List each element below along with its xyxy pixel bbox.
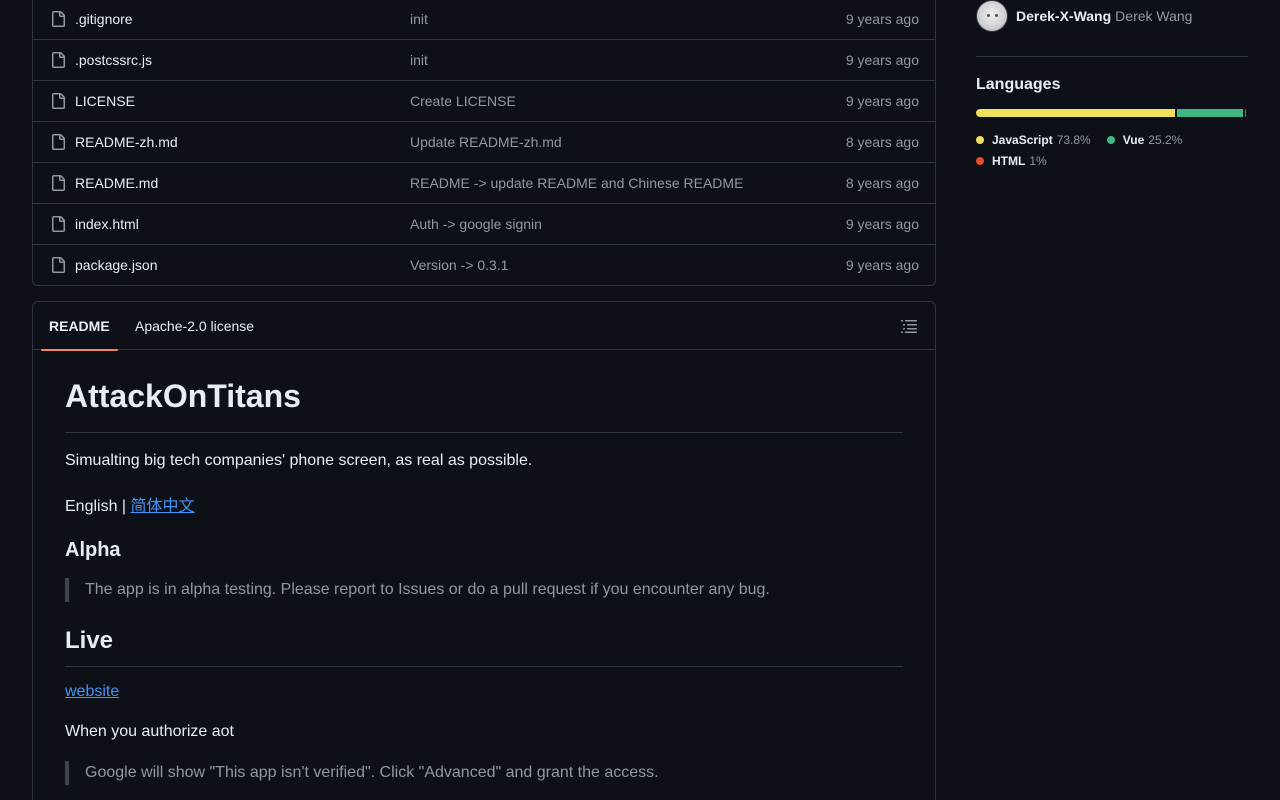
file-icon (52, 257, 65, 273)
commit-time: 9 years ago (845, 257, 919, 273)
commit-message[interactable]: init (410, 52, 428, 68)
language-list: JavaScript 73.8% Vue 25.2% HTML 1% (976, 129, 1248, 171)
commit-message[interactable]: README -> update README and Chinese READ… (410, 175, 743, 191)
chinese-readme-link[interactable]: 简体中文 (131, 498, 195, 515)
commit-time: 9 years ago (845, 11, 919, 27)
language-bar (976, 109, 1248, 117)
language-bar-segment (1245, 109, 1246, 117)
language-percent: 25.2% (1148, 132, 1183, 147)
contributor-name: Derek Wang (1115, 8, 1193, 24)
file-icon (52, 93, 65, 109)
language-name: Vue (1122, 132, 1145, 147)
file-icon (52, 11, 65, 27)
commit-time: 8 years ago (845, 134, 919, 150)
file-icon (52, 134, 65, 150)
alpha-heading: Alpha (65, 539, 121, 561)
file-name[interactable]: .postcssrc.js (75, 52, 152, 68)
commit-time: 9 years ago (845, 216, 919, 232)
language-name: HTML (992, 153, 1026, 168)
google-blockquote: Google will show "This app isn't verifie… (65, 761, 659, 785)
list-outline-icon[interactable] (901, 318, 917, 334)
contributor[interactable]: Derek-X-Wang Derek Wang (976, 0, 1192, 32)
commit-message[interactable]: Create LICENSE (410, 93, 516, 109)
file-name[interactable]: index.html (75, 216, 139, 232)
alpha-blockquote: The app is in alpha testing. Please repo… (65, 578, 770, 602)
file-name[interactable]: README.md (75, 175, 158, 191)
readme-panel: README Apache-2.0 license AttackOnTitans… (32, 301, 936, 800)
table-row[interactable]: index.html Auth -> google signin 9 years… (33, 203, 935, 244)
language-bar-segment (1176, 109, 1244, 117)
language-item-html[interactable]: HTML 1% (976, 150, 1047, 171)
file-name[interactable]: package.json (75, 257, 158, 273)
authorize-text: When you authorize aot (65, 723, 234, 740)
file-icon (52, 52, 65, 68)
avatar[interactable] (976, 0, 1008, 32)
language-percent: 73.8% (1056, 132, 1091, 147)
language-item-vue[interactable]: Vue 25.2% (1106, 129, 1183, 150)
commit-message[interactable]: init (410, 11, 428, 27)
page: .gitignore init 9 years ago .postcssrc.j… (0, 0, 1280, 800)
file-icon (52, 216, 65, 232)
table-row[interactable]: LICENSE Create LICENSE 9 years ago (33, 80, 935, 121)
commit-message[interactable]: Update README-zh.md (410, 134, 562, 150)
language-prefix: English | (65, 498, 131, 515)
contributor-login[interactable]: Derek-X-Wang (1016, 8, 1111, 24)
language-dot-icon (976, 135, 984, 144)
language-name: JavaScript (992, 132, 1053, 147)
tab-license[interactable]: Apache-2.0 license (127, 302, 262, 350)
file-name[interactable]: LICENSE (75, 93, 135, 109)
language-dot-icon (1106, 135, 1115, 144)
commit-message[interactable]: Auth -> google signin (410, 216, 542, 232)
readme-title: AttackOnTitans (65, 350, 903, 433)
table-row[interactable]: package.json Version -> 0.3.1 9 years ag… (33, 244, 935, 285)
file-icon (52, 175, 65, 191)
file-name[interactable]: README-zh.md (75, 134, 178, 150)
sidebar-divider (976, 56, 1248, 57)
file-table: .gitignore init 9 years ago .postcssrc.j… (32, 0, 936, 286)
language-switch: English | 简体中文 (65, 492, 195, 516)
website-link[interactable]: website (65, 683, 119, 700)
languages-title: Languages (976, 76, 1061, 93)
table-row[interactable]: .postcssrc.js init 9 years ago (33, 39, 935, 80)
language-percent: 1% (1029, 153, 1047, 168)
commit-time: 9 years ago (845, 93, 919, 109)
commit-time: 9 years ago (845, 52, 919, 68)
language-bar-segment (976, 109, 1175, 117)
language-item-javascript[interactable]: JavaScript 73.8% (976, 129, 1091, 150)
live-heading: Live (65, 627, 903, 667)
language-dot-icon (976, 156, 984, 165)
commit-message[interactable]: Version -> 0.3.1 (410, 257, 508, 273)
table-row[interactable]: README.md README -> update README and Ch… (33, 162, 935, 203)
table-row[interactable]: README-zh.md Update README-zh.md 8 years… (33, 121, 935, 162)
tab-readme[interactable]: README (41, 302, 118, 351)
table-row[interactable]: .gitignore init 9 years ago (33, 0, 935, 39)
commit-time: 8 years ago (845, 175, 919, 191)
website-line: website (65, 683, 119, 701)
file-name[interactable]: .gitignore (75, 11, 133, 27)
readme-tagline: Simualting big tech companies' phone scr… (65, 452, 533, 469)
readme-tabs: README Apache-2.0 license (33, 302, 935, 351)
